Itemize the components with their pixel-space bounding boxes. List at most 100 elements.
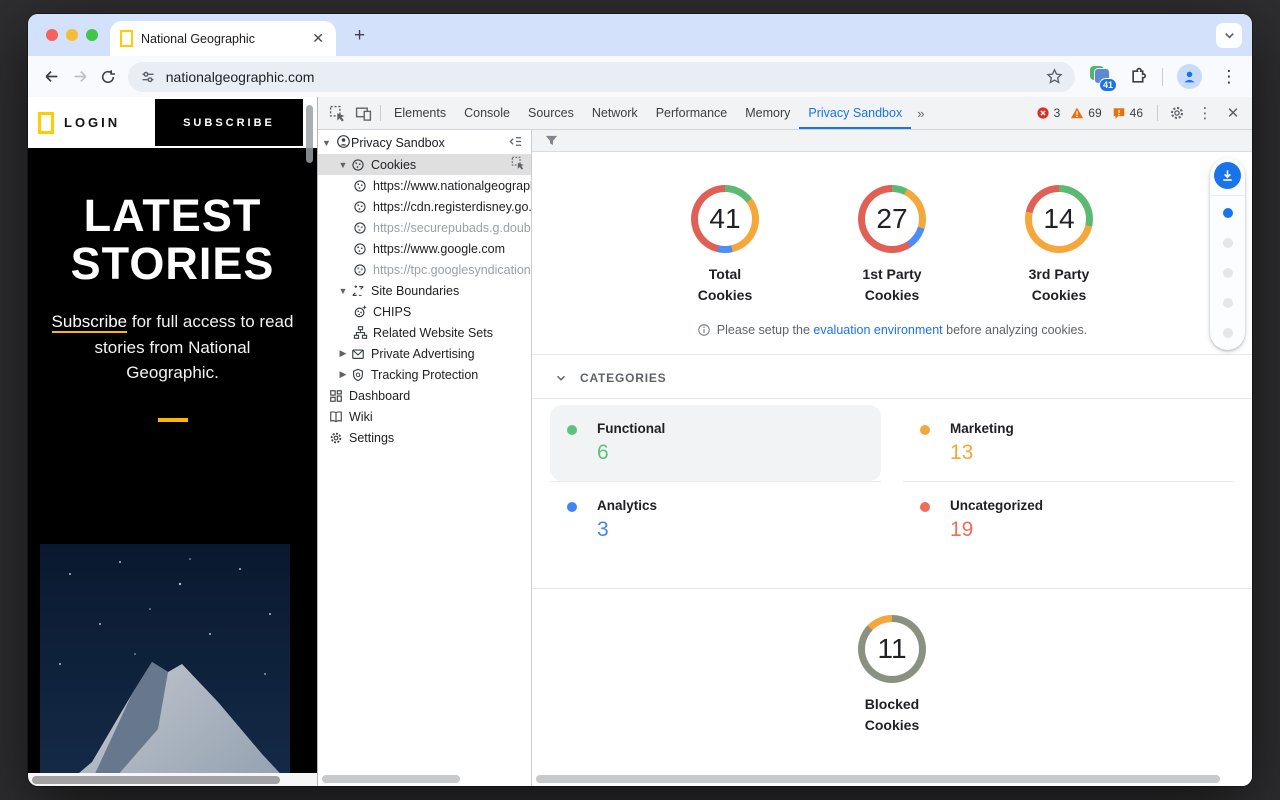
- categories-title: CATEGORIES: [580, 371, 666, 385]
- tree-item-dashboard[interactable]: Dashboard: [318, 385, 531, 406]
- fullscreen-window-button[interactable]: [86, 29, 98, 41]
- cookies-report: 41 Total Cookies 27: [532, 152, 1252, 786]
- page-horizontal-scrollbar[interactable]: [28, 773, 317, 786]
- tree-item-private-advertising[interactable]: ▶ Private Advertising: [318, 343, 531, 364]
- device-toolbar-icon[interactable]: [350, 101, 376, 125]
- tab-close-icon[interactable]: ✕: [310, 30, 326, 47]
- collapse-panel-icon[interactable]: [508, 134, 523, 152]
- cookie-icon: [352, 241, 368, 257]
- download-report-button[interactable]: [1214, 162, 1241, 189]
- login-link[interactable]: LOGIN: [64, 115, 120, 130]
- tree-item-url[interactable]: https://www.nationalgeographic.com: [318, 175, 531, 196]
- tree-item-url[interactable]: https://securepubads.g.doubleclick.net: [318, 217, 531, 238]
- category-uncategorized[interactable]: Uncategorized 19: [903, 482, 1234, 558]
- devtools-settings-button[interactable]: [1164, 101, 1190, 125]
- tab-memory[interactable]: Memory: [736, 97, 799, 129]
- tree-item-cookies[interactable]: ▼ Cookies: [318, 154, 531, 175]
- section-dots: [1210, 195, 1245, 338]
- inspect-icon[interactable]: [511, 156, 525, 173]
- subscribe-button[interactable]: SUBSCRIBE: [155, 99, 303, 146]
- devtools-menu-button[interactable]: ⋮: [1192, 101, 1218, 125]
- tab-sources[interactable]: Sources: [519, 97, 583, 129]
- expander-icon[interactable]: ▼: [336, 286, 350, 296]
- category-marketing[interactable]: Marketing 13: [903, 405, 1234, 481]
- tree-item-settings[interactable]: Settings: [318, 427, 531, 448]
- url-text[interactable]: nationalgeographic.com: [166, 69, 1036, 85]
- browser-tab[interactable]: National Geographic ✕: [110, 21, 336, 56]
- nav-dot[interactable]: [1223, 238, 1233, 248]
- cookie-icon: [352, 199, 368, 215]
- info-icon: [697, 323, 711, 337]
- reload-button[interactable]: [94, 63, 122, 91]
- evaluation-environment-link[interactable]: evaluation environment: [813, 323, 942, 337]
- categories-header[interactable]: CATEGORIES: [532, 355, 1252, 398]
- report-nav-panel: [1210, 158, 1245, 350]
- tree-item-tracking-protection[interactable]: ▶ Tracking Protection: [318, 364, 531, 385]
- tree-item-url[interactable]: https://www.google.com: [318, 238, 531, 259]
- expander-icon[interactable]: ▶: [336, 369, 350, 380]
- expander-icon[interactable]: ▶: [336, 348, 350, 359]
- expander-icon[interactable]: ▼: [322, 138, 336, 148]
- tree-item-chips[interactable]: CHIPS: [318, 301, 531, 322]
- nav-dot[interactable]: [1223, 268, 1233, 278]
- page-vertical-scrollbar[interactable]: [306, 105, 313, 163]
- filter-funnel-icon[interactable]: [544, 133, 559, 148]
- donut-chart: 27: [858, 185, 926, 253]
- nav-dot[interactable]: [1223, 208, 1233, 218]
- main-horizontal-scrollbar[interactable]: [536, 775, 1220, 783]
- subscribe-link[interactable]: Subscribe: [52, 312, 128, 333]
- tree-item-wiki[interactable]: Wiki: [318, 406, 531, 427]
- site-info-icon[interactable]: [140, 69, 156, 85]
- scrollbar-thumb[interactable]: [32, 776, 280, 784]
- nav-dot[interactable]: [1223, 328, 1233, 338]
- blocked-cookies-donut: 11 Blocked Cookies: [836, 615, 948, 736]
- forward-button[interactable]: [66, 63, 94, 91]
- bookmark-star-icon[interactable]: [1046, 68, 1063, 85]
- tree-item-url[interactable]: https://cdn.registerdisney.go.com: [318, 196, 531, 217]
- new-tab-button[interactable]: +: [354, 26, 365, 46]
- more-tabs-button[interactable]: »: [911, 106, 930, 121]
- minimize-window-button[interactable]: [66, 29, 78, 41]
- issues-badge[interactable]: 46: [1112, 106, 1143, 120]
- category-functional[interactable]: Functional 6: [550, 405, 881, 481]
- cookie-extension-button[interactable]: 41: [1089, 65, 1115, 89]
- profile-avatar[interactable]: [1177, 64, 1202, 89]
- address-bar[interactable]: nationalgeographic.com: [128, 62, 1075, 92]
- tree-item-url[interactable]: https://tpc.googlesyndication.com: [318, 259, 531, 280]
- error-icon: [1036, 106, 1050, 120]
- browser-menu-button[interactable]: ⋮: [1216, 65, 1242, 89]
- filter-bar: [532, 130, 1252, 152]
- devtools-close-button[interactable]: ✕: [1220, 101, 1246, 125]
- tab-search-button[interactable]: [1216, 23, 1242, 48]
- tab-privacy-sandbox[interactable]: Privacy Sandbox: [799, 97, 911, 129]
- extensions-puzzle-icon[interactable]: [1129, 67, 1148, 86]
- window-controls: [46, 29, 98, 41]
- tab-performance[interactable]: Performance: [647, 97, 737, 129]
- category-dot: [920, 425, 930, 435]
- cookie-icon: [352, 262, 368, 278]
- inspect-element-icon[interactable]: [324, 101, 350, 125]
- console-errors-badge[interactable]: 3: [1036, 106, 1061, 120]
- category-analytics[interactable]: Analytics 3: [550, 482, 881, 558]
- tab-elements[interactable]: Elements: [385, 97, 455, 129]
- tree-root-row[interactable]: ▼ Privacy Sandbox: [318, 132, 531, 154]
- natgeo-logo[interactable]: [38, 112, 54, 134]
- nav-dot[interactable]: [1223, 298, 1233, 308]
- hero-section: LATEST STORIES Subscribe for full access…: [28, 192, 317, 786]
- browser-toolbar: nationalgeographic.com 41 ⋮: [28, 56, 1252, 97]
- close-window-button[interactable]: [46, 29, 58, 41]
- tree-item-related-website-sets[interactable]: Related Website Sets: [318, 322, 531, 343]
- back-button[interactable]: [38, 63, 66, 91]
- tree-horizontal-scrollbar[interactable]: [322, 775, 460, 783]
- issues-icon: [1112, 106, 1126, 120]
- tab-network[interactable]: Network: [583, 97, 647, 129]
- tracking-protection-icon: [350, 367, 366, 383]
- expander-icon[interactable]: ▼: [336, 160, 350, 170]
- tree-item-site-boundaries[interactable]: ▼ Site Boundaries: [318, 280, 531, 301]
- tab-console[interactable]: Console: [455, 97, 519, 129]
- category-dot: [567, 502, 577, 512]
- console-warnings-badge[interactable]: 69: [1070, 106, 1101, 120]
- story-card[interactable]: A one-of-a-kind journey into the Amazon: [40, 544, 290, 786]
- toolbar-separator: [1162, 68, 1163, 86]
- site-boundaries-icon: [350, 283, 366, 299]
